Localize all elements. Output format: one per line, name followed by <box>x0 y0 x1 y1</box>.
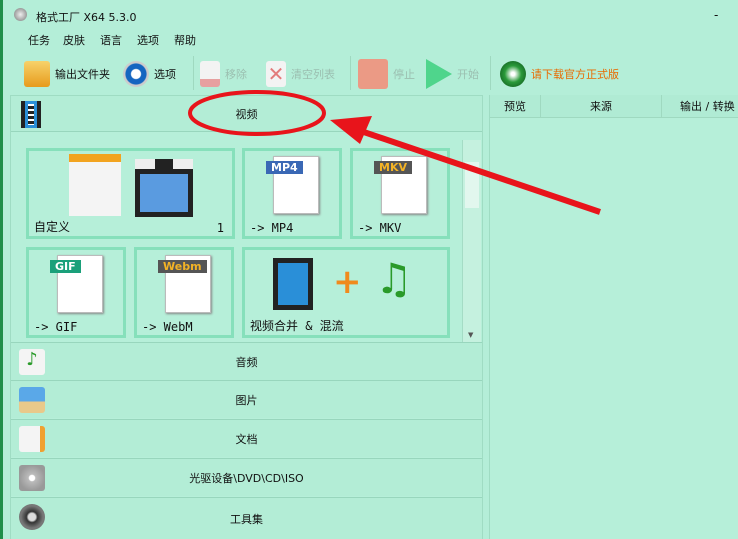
highlight-ellipse <box>188 90 326 136</box>
annotation-arrow-line <box>351 125 601 215</box>
annotation-overlay <box>188 90 601 215</box>
annotation-arrow-head <box>330 116 372 144</box>
